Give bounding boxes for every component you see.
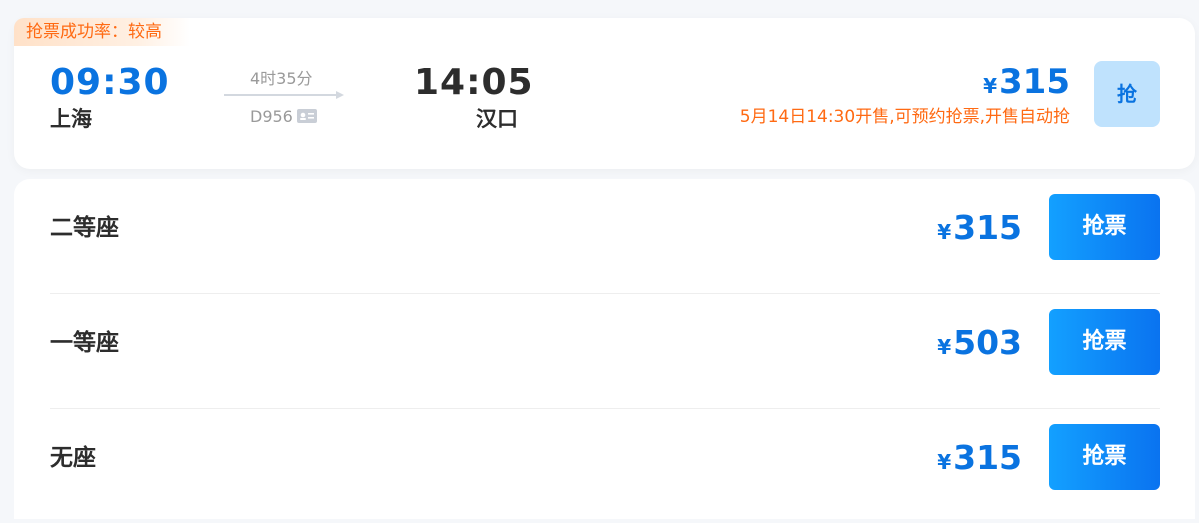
- seat-price: ¥315: [937, 208, 1022, 252]
- lowest-price: ¥315: [983, 62, 1070, 106]
- seat-price: ¥315: [937, 438, 1022, 482]
- seat-price-value: 315: [953, 208, 1022, 247]
- presale-note: 5月14日14:30开售,可预约抢票,开售自动抢: [739, 107, 1070, 127]
- currency-symbol: ¥: [937, 450, 952, 474]
- currency-symbol: ¥: [983, 74, 998, 98]
- arrival-station: 汉口: [476, 107, 518, 131]
- departure-time: 09:30: [50, 62, 170, 103]
- id-card-icon: [297, 109, 317, 123]
- grab-ticket-button-second-class[interactable]: 抢票: [1049, 194, 1160, 260]
- seat-list: 二等座 ¥315 抢票 一等座 ¥503 抢票 无座 ¥315 抢票: [14, 179, 1195, 519]
- departure-station: 上海: [50, 107, 92, 131]
- success-rate-badge: 抢票成功率：较高: [14, 18, 190, 46]
- currency-symbol: ¥: [937, 220, 952, 244]
- seat-name: 无座: [50, 445, 96, 471]
- train-summary-card[interactable]: 抢票成功率：较高 09:30 上海 4时35分 D956 14:05 汉口 ¥3…: [14, 18, 1195, 169]
- seat-price: ¥503: [937, 323, 1022, 367]
- grab-ticket-button-first-class[interactable]: 抢票: [1049, 309, 1160, 375]
- seat-price-value: 315: [953, 438, 1022, 477]
- currency-symbol: ¥: [937, 335, 952, 359]
- grab-ticket-button-no-seat[interactable]: 抢票: [1049, 424, 1160, 490]
- arrival-time: 14:05: [414, 62, 534, 103]
- seat-name: 二等座: [50, 215, 119, 241]
- route-arrow-icon: [224, 91, 344, 99]
- lowest-price-value: 315: [999, 62, 1070, 102]
- train-number: D956: [250, 107, 293, 126]
- seat-row-no-seat[interactable]: 无座 ¥315 抢票: [50, 409, 1160, 523]
- seat-price-value: 503: [953, 323, 1022, 362]
- seat-row-second-class[interactable]: 二等座 ¥315 抢票: [50, 179, 1160, 294]
- trip-duration: 4时35分: [250, 69, 313, 88]
- grab-ticket-button[interactable]: 抢: [1094, 61, 1160, 127]
- seat-name: 一等座: [50, 330, 119, 356]
- seat-row-first-class[interactable]: 一等座 ¥503 抢票: [50, 294, 1160, 409]
